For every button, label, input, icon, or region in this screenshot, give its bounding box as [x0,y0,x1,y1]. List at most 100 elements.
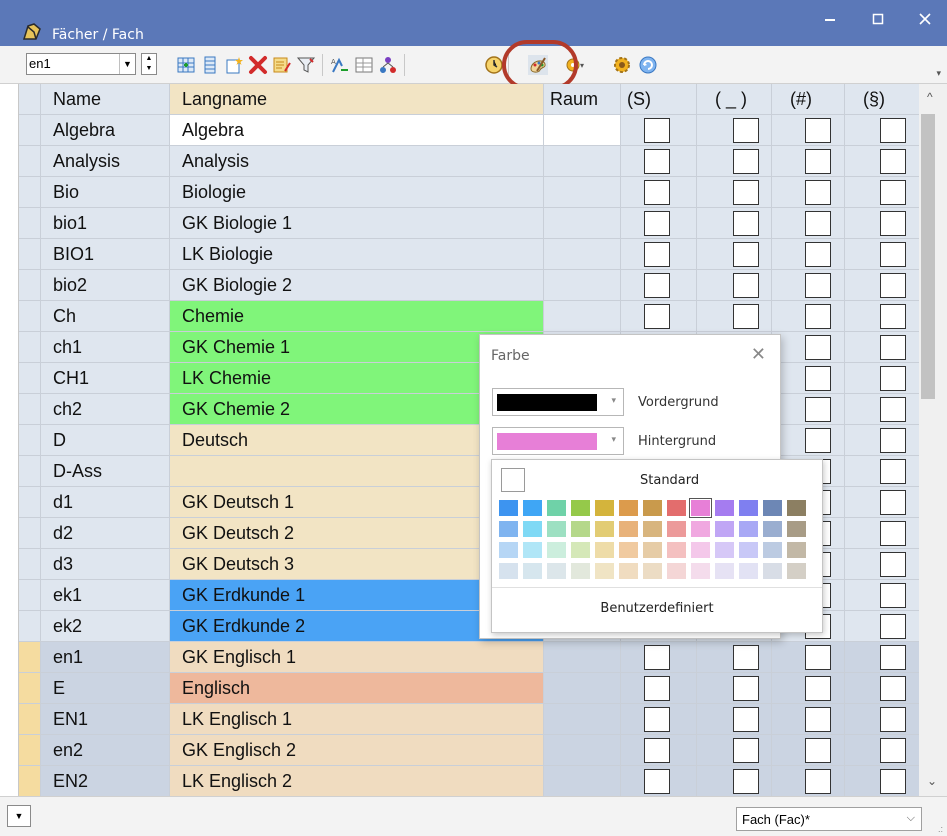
color-swatch[interactable] [571,521,590,537]
vertical-scrollbar[interactable]: ^ ⌄ [919,84,947,796]
name-cell[interactable]: ek1 [41,580,170,611]
name-cell[interactable]: Ch [41,301,170,332]
name-cell[interactable]: Algebra [41,115,170,146]
name-cell[interactable]: EN2 [41,766,170,796]
row-indicator[interactable] [19,208,41,239]
table-row[interactable]: Analysis Analysis [19,146,919,177]
checkbox-paragraph[interactable] [880,273,906,298]
row-indicator[interactable] [19,425,41,456]
name-cell[interactable]: CH1 [41,363,170,394]
color-swatch[interactable] [739,521,758,537]
row-indicator[interactable] [19,332,41,363]
row-indicator[interactable] [19,115,41,146]
table-row[interactable]: D Deutsch [19,425,919,456]
checkbox-paragraph[interactable] [880,304,906,329]
checkbox-paragraph[interactable] [880,738,906,763]
spinner-button[interactable]: ▲ ▼ [141,53,157,75]
color-swatch[interactable] [619,563,638,579]
column-header-name[interactable]: Name [41,84,170,115]
checkbox-paragraph[interactable] [880,180,906,205]
table-row[interactable]: CH1 LK Chemie [19,363,919,394]
table-row[interactable]: Bio Biologie [19,177,919,208]
raum-cell[interactable] [544,766,621,796]
foreground-color-button[interactable]: ▾ [492,388,624,416]
name-cell[interactable]: EN1 [41,704,170,735]
chevron-down-icon[interactable]: ▼ [119,54,135,74]
color-swatch[interactable] [667,500,686,516]
color-swatch[interactable] [715,500,734,516]
name-cell[interactable]: d1 [41,487,170,518]
color-swatch[interactable] [763,500,782,516]
color-swatch[interactable] [619,500,638,516]
color-swatch[interactable] [595,563,614,579]
grid-add-icon[interactable] [176,55,196,75]
view-selector-combo[interactable]: Fach (Fac)* ⌵ [736,807,922,831]
chevron-down-icon[interactable]: ⌵ [907,812,915,825]
row-indicator[interactable] [19,239,41,270]
checkbox-hash[interactable] [805,676,831,701]
status-dropdown-button[interactable]: ▼ [7,805,31,827]
checkbox-hash[interactable] [805,242,831,267]
checkbox-s[interactable] [644,118,670,143]
table-row[interactable]: E Englisch [19,673,919,704]
langname-cell[interactable]: GK Englisch 2 [170,735,544,766]
column-header-hash[interactable]: (#) [772,84,845,115]
color-swatch[interactable] [547,563,566,579]
table-row[interactable]: bio2 GK Biologie 2 [19,270,919,301]
color-swatch[interactable] [547,500,566,516]
checkbox-underline[interactable] [733,707,759,732]
checkbox-s[interactable] [644,304,670,329]
color-swatch[interactable] [787,500,806,516]
name-cell[interactable]: Bio [41,177,170,208]
name-cell[interactable]: BIO1 [41,239,170,270]
langname-cell[interactable]: GK Biologie 2 [170,270,544,301]
color-swatch[interactable] [595,542,614,558]
row-indicator[interactable] [19,642,41,673]
row-indicator[interactable] [19,580,41,611]
raum-cell[interactable] [544,735,621,766]
color-swatch[interactable] [787,521,806,537]
checkbox-underline[interactable] [733,769,759,794]
column-header-s[interactable]: (S) [621,84,697,115]
checkbox-underline[interactable] [733,118,759,143]
langname-cell[interactable]: GK Biologie 1 [170,208,544,239]
checkbox-hash[interactable] [805,397,831,422]
name-cell[interactable]: ch2 [41,394,170,425]
name-cell[interactable]: E [41,673,170,704]
color-swatch[interactable] [499,542,518,558]
color-swatch[interactable] [523,563,542,579]
checkbox-s[interactable] [644,769,670,794]
color-swatch[interactable] [643,542,662,558]
close-button[interactable] [905,6,945,36]
name-cell[interactable]: Analysis [41,146,170,177]
sort-icon[interactable]: A [330,55,350,75]
color-swatch[interactable] [763,563,782,579]
checkbox-underline[interactable] [733,180,759,205]
color-swatch[interactable] [523,521,542,537]
toolbar-overflow-icon[interactable]: ▾ [936,68,941,79]
langname-cell[interactable]: LK Englisch 1 [170,704,544,735]
row-indicator[interactable] [19,394,41,425]
minimize-button[interactable] [810,6,850,36]
column-header-underline[interactable]: ( _ ) [697,84,772,115]
color-swatch[interactable] [547,542,566,558]
table-row[interactable]: bio1 GK Biologie 1 [19,208,919,239]
checkbox-s[interactable] [644,738,670,763]
color-swatch[interactable] [787,563,806,579]
raum-cell[interactable] [544,270,621,301]
color-swatch[interactable] [689,498,712,518]
checkbox-hash[interactable] [805,180,831,205]
langname-cell[interactable]: Englisch [170,673,544,704]
checkbox-paragraph[interactable] [880,521,906,546]
color-swatch[interactable] [595,500,614,516]
checkbox-hash[interactable] [805,428,831,453]
row-indicator[interactable] [19,704,41,735]
filter-icon[interactable] [296,55,316,75]
checkbox-underline[interactable] [733,645,759,670]
row-indicator[interactable] [19,673,41,704]
color-swatch[interactable] [763,521,782,537]
checkbox-s[interactable] [644,707,670,732]
color-swatch[interactable] [715,542,734,558]
standard-color-button[interactable] [501,468,525,492]
color-swatch[interactable] [667,563,686,579]
